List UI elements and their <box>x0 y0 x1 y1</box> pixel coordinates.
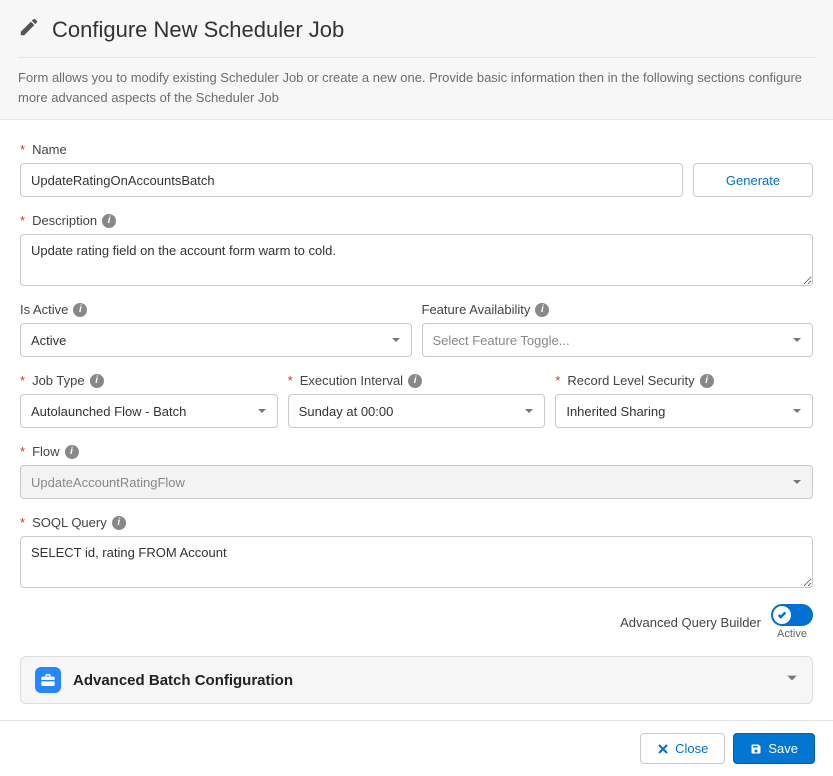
name-input[interactable] <box>20 163 683 197</box>
advanced-query-builder-label: Advanced Query Builder <box>620 615 761 630</box>
chevron-down-icon <box>792 333 802 348</box>
chevron-down-icon <box>257 404 267 419</box>
feature-availability-field: Feature Availability i Select Feature To… <box>422 302 814 357</box>
feature-availability-select[interactable]: Select Feature Toggle... <box>422 323 814 357</box>
advanced-query-builder-toggle[interactable] <box>771 604 813 626</box>
soql-field: SOQL Query i SELECT id, rating FROM Acco… <box>20 515 813 588</box>
info-icon: i <box>102 214 116 228</box>
chevron-down-icon <box>391 333 401 348</box>
save-button[interactable]: Save <box>733 733 815 764</box>
info-icon: i <box>700 374 714 388</box>
toolbox-icon <box>35 667 61 693</box>
execution-interval-label: Execution Interval i <box>288 373 546 388</box>
is-active-field: Is Active i Active <box>20 302 412 357</box>
chevron-down-icon <box>786 671 798 689</box>
chevron-down-icon <box>524 404 534 419</box>
info-icon: i <box>112 516 126 530</box>
save-icon <box>750 743 762 755</box>
form-body: Name Generate Description i Update ratin… <box>0 120 833 720</box>
info-icon: i <box>73 303 87 317</box>
execution-interval-select[interactable]: Sunday at 00:00 <box>288 394 546 428</box>
close-icon <box>657 743 669 755</box>
advanced-query-builder-row: Advanced Query Builder Active <box>20 604 813 640</box>
advanced-batch-configuration-accordion[interactable]: Advanced Batch Configuration <box>20 656 813 704</box>
flow-field: Flow i UpdateAccountRatingFlow <box>20 444 813 499</box>
flow-label: Flow i <box>20 444 813 459</box>
description-textarea[interactable]: Update rating field on the account form … <box>20 234 813 286</box>
info-icon: i <box>90 374 104 388</box>
name-field: Name <box>20 142 683 197</box>
header-section: Configure New Scheduler Job Form allows … <box>0 0 833 120</box>
soql-label: SOQL Query i <box>20 515 813 530</box>
page-subtitle: Form allows you to modify existing Sched… <box>18 57 815 107</box>
info-icon: i <box>65 445 79 459</box>
chevron-down-icon <box>792 404 802 419</box>
generate-button[interactable]: Generate <box>693 163 813 197</box>
job-type-field: Job Type i Autolaunched Flow - Batch <box>20 373 278 428</box>
is-active-select[interactable]: Active <box>20 323 412 357</box>
check-icon <box>773 606 791 624</box>
record-level-security-select[interactable]: Inherited Sharing <box>555 394 813 428</box>
job-type-label: Job Type i <box>20 373 278 388</box>
flow-select[interactable]: UpdateAccountRatingFlow <box>20 465 813 499</box>
job-type-select[interactable]: Autolaunched Flow - Batch <box>20 394 278 428</box>
info-icon: i <box>408 374 422 388</box>
name-label: Name <box>20 142 683 157</box>
record-level-security-field: Record Level Security i Inherited Sharin… <box>555 373 813 428</box>
description-field: Description i Update rating field on the… <box>20 213 813 286</box>
chevron-down-icon <box>792 475 802 490</box>
accordion-title: Advanced Batch Configuration <box>73 672 786 689</box>
soql-textarea[interactable]: SELECT id, rating FROM Account <box>20 536 813 588</box>
feature-availability-label: Feature Availability i <box>422 302 814 317</box>
pencil-icon <box>18 16 40 43</box>
page-title: Configure New Scheduler Job <box>52 17 344 43</box>
close-button[interactable]: Close <box>640 733 725 764</box>
record-level-security-label: Record Level Security i <box>555 373 813 388</box>
footer: Close Save <box>0 720 833 776</box>
execution-interval-field: Execution Interval i Sunday at 00:00 <box>288 373 546 428</box>
info-icon: i <box>535 303 549 317</box>
toggle-status-label: Active <box>777 628 807 640</box>
description-label: Description i <box>20 213 813 228</box>
is-active-label: Is Active i <box>20 302 412 317</box>
